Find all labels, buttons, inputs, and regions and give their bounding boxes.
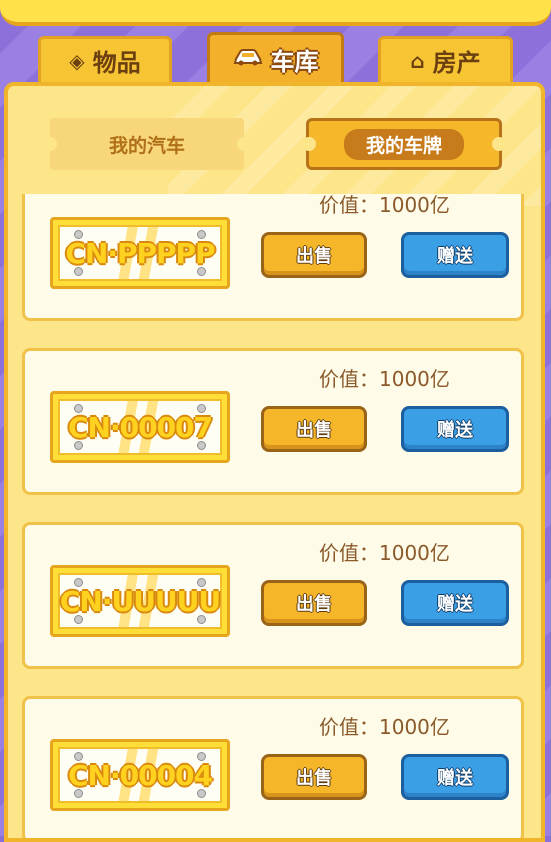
plate-number: CN·PPPPP [65, 236, 215, 270]
plate-card: 价值：1000亿 CN·PPPPP 出售 赠送 [22, 194, 524, 321]
license-plate: CN·PPPPP [50, 217, 230, 289]
subtab-my-cars[interactable]: 我的汽车 [43, 118, 251, 170]
house-icon: ⌂ [410, 48, 425, 73]
plate-card: 价值：1000亿 CN·00004 出售 赠送 [22, 696, 524, 838]
plate-value: 价值：1000亿 [319, 367, 450, 391]
garage-panel: 我的汽车 我的车牌 价值：1000亿 CN·PPPPP 出售 赠送 价值：100… [4, 82, 545, 842]
license-plate: CN·UUUUU [50, 565, 230, 637]
plate-value: 价值：1000亿 [319, 715, 450, 739]
plate-number: CN·UUUUU [59, 584, 221, 618]
license-plate: CN·00004 [50, 739, 230, 811]
tab-items-label: 物品 [92, 49, 141, 77]
plate-number: CN·00007 [67, 410, 213, 444]
sell-button[interactable]: 出售 [261, 580, 367, 626]
plate-value: 价值：1000亿 [319, 541, 450, 565]
subtab-my-plates[interactable]: 我的车牌 [302, 118, 506, 170]
gift-button[interactable]: 赠送 [401, 754, 509, 800]
sell-button[interactable]: 出售 [261, 232, 367, 278]
tab-garage-label: 车库 [270, 48, 319, 76]
sell-button[interactable]: 出售 [261, 754, 367, 800]
tab-property-label: 房产 [432, 49, 481, 77]
plate-value: 价值：1000亿 [319, 194, 450, 217]
subtab-my-cars-label: 我的汽车 [108, 134, 185, 157]
diamond-icon: ◈ [69, 48, 85, 73]
gift-button[interactable]: 赠送 [401, 406, 509, 452]
gift-button[interactable]: 赠送 [401, 232, 509, 278]
top-banner [0, 0, 551, 26]
plate-list[interactable]: 价值：1000亿 CN·PPPPP 出售 赠送 价值：1000亿 CN·0000… [8, 194, 541, 838]
plate-card: 价值：1000亿 CN·UUUUU 出售 赠送 [22, 522, 524, 669]
sell-button[interactable]: 出售 [261, 406, 367, 452]
plate-number: CN·00004 [67, 758, 213, 792]
car-icon [233, 47, 263, 72]
tab-items[interactable]: ◈ 物品 [38, 36, 172, 82]
gift-button[interactable]: 赠送 [401, 580, 509, 626]
tab-property[interactable]: ⌂ 房产 [378, 36, 513, 82]
license-plate: CN·00007 [50, 391, 230, 463]
tab-garage[interactable]: 车库 [207, 32, 344, 84]
plate-card: 价值：1000亿 CN·00007 出售 赠送 [22, 348, 524, 495]
subtab-my-plates-label: 我的车牌 [343, 128, 464, 160]
